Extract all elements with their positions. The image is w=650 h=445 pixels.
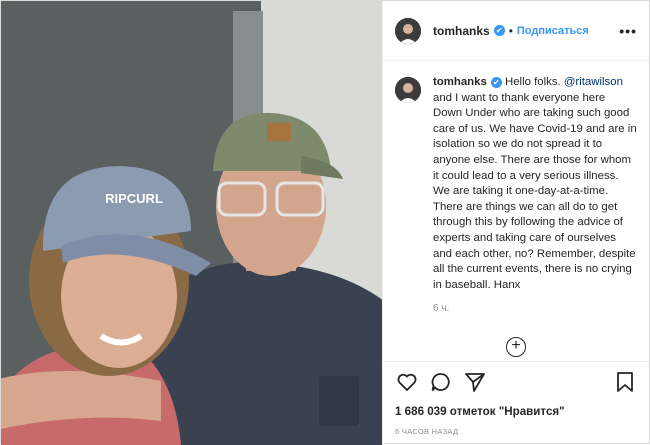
comments-area: tomhanks ✔ Hello folks. @ritawilson and I…: [383, 61, 649, 361]
post-header: tomhanks ✔ • Подписаться •••: [383, 1, 649, 61]
caption-username[interactable]: tomhanks: [433, 76, 487, 88]
comment-timestamp[interactable]: 6 ч.: [433, 303, 637, 314]
action-bar: [383, 361, 649, 401]
share-icon[interactable]: [463, 370, 487, 394]
post-photo[interactable]: RIPCURL: [1, 1, 382, 445]
posted-time[interactable]: 6 ЧАСОВ НАЗАД: [383, 419, 649, 445]
instagram-post: RIPCURL tomhanks ✔ • Подписаться ••• tom…: [0, 0, 650, 445]
caption-mention-link[interactable]: @ritawilson: [564, 76, 623, 88]
more-options-icon[interactable]: •••: [619, 23, 637, 39]
load-more-comments-icon[interactable]: +: [506, 337, 526, 357]
photo-illustration: RIPCURL: [1, 1, 382, 445]
comment-icon[interactable]: [429, 370, 453, 394]
caption-avatar[interactable]: [395, 77, 421, 103]
separator-dot: •: [508, 23, 513, 38]
caption-text: and I want to thank everyone here Down U…: [433, 91, 637, 291]
caption-verified-icon: ✔: [490, 77, 502, 88]
follow-button[interactable]: Подписаться: [517, 25, 589, 37]
likes-count[interactable]: 1 686 039 отметок "Нравится": [383, 401, 649, 419]
caption-row: tomhanks ✔ Hello folks. @ritawilson and I…: [395, 75, 637, 293]
post-sidebar: tomhanks ✔ • Подписаться ••• tomhanks ✔ H…: [382, 1, 649, 445]
verified-badge-icon: ✔: [493, 25, 505, 36]
caption-text-start: Hello folks.: [501, 76, 564, 88]
avatar[interactable]: [395, 17, 421, 44]
bookmark-icon[interactable]: [613, 370, 637, 394]
cap-logo-text: RIPCURL: [105, 191, 163, 206]
post-caption: tomhanks ✔ Hello folks. @ritawilson and I…: [433, 75, 637, 293]
username-link[interactable]: tomhanks: [433, 24, 490, 38]
heart-icon[interactable]: [395, 370, 419, 394]
